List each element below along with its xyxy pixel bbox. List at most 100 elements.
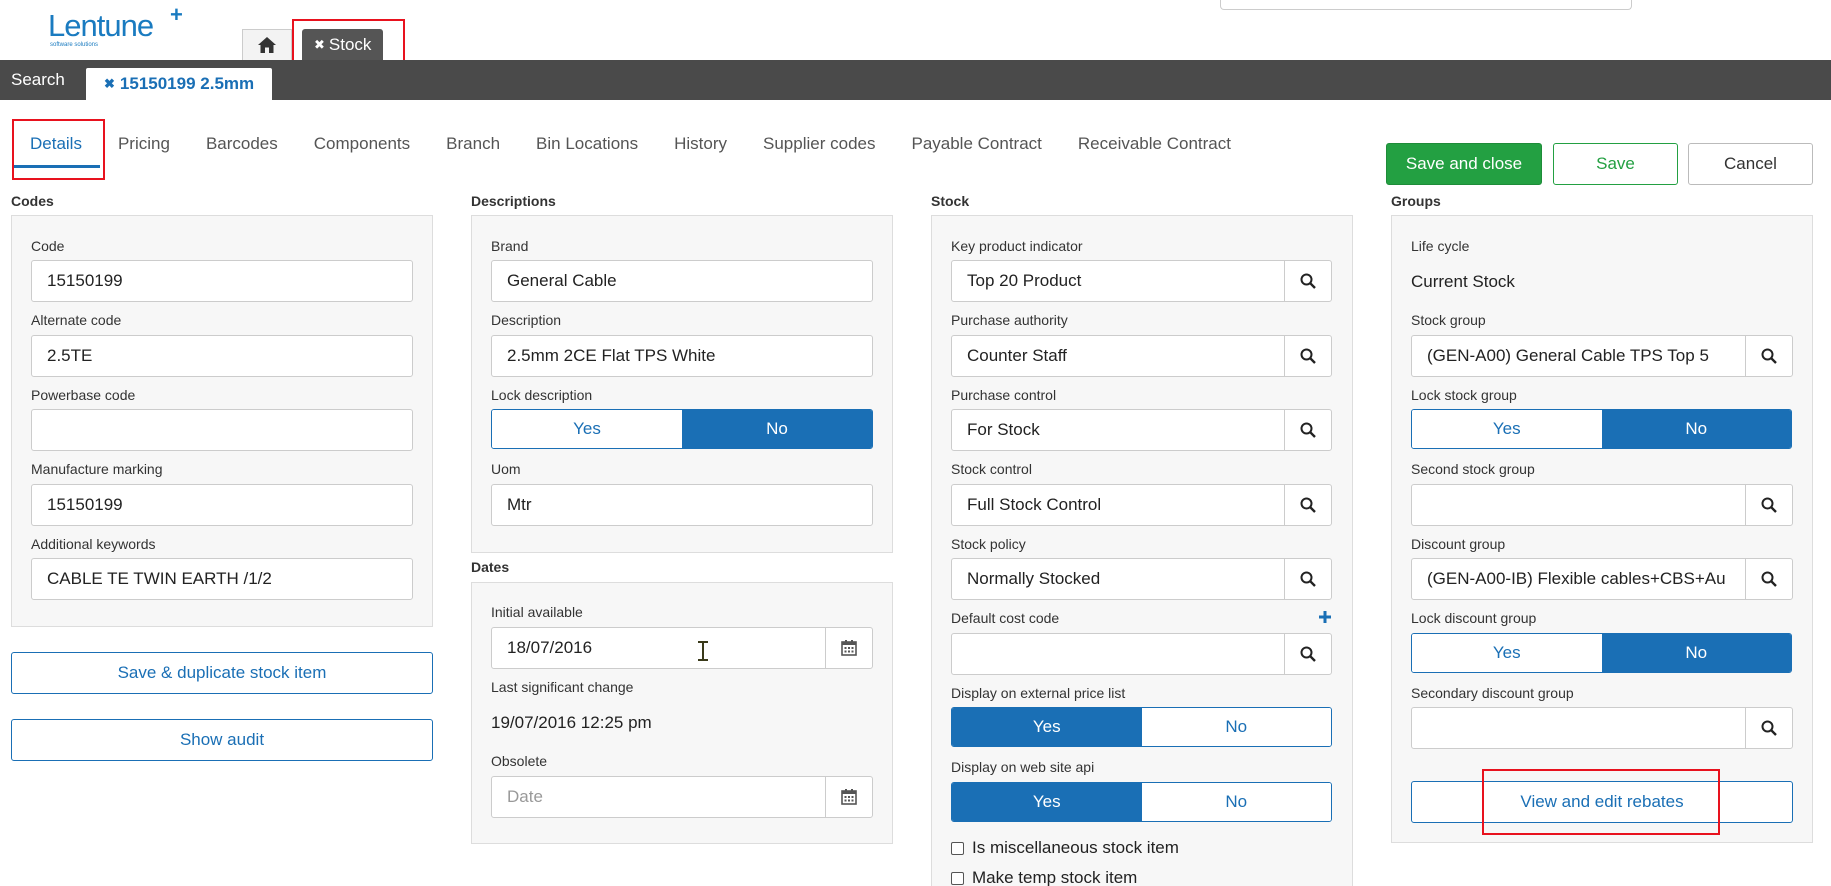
purchase-control-input[interactable]: For Stock (951, 409, 1286, 451)
lock-discount-group-no[interactable]: No (1601, 634, 1791, 672)
purchase-control-search-button[interactable] (1284, 409, 1332, 451)
stock-policy-input[interactable]: Normally Stocked (951, 558, 1286, 600)
purchase-authority-input[interactable]: Counter Staff (951, 335, 1286, 377)
key-product-indicator-input[interactable]: Top 20 Product (951, 260, 1286, 302)
brand-input[interactable]: General Cable (491, 260, 873, 302)
default-cost-code-search-button[interactable] (1284, 633, 1332, 675)
stock-control-search-button[interactable] (1284, 484, 1332, 526)
search-icon (1761, 348, 1777, 364)
search-icon (1761, 720, 1777, 736)
document-tab-bar: Search ✖ 15150199 2.5mm (0, 60, 1831, 100)
lock-description-yes[interactable]: Yes (492, 410, 682, 448)
initial-available-input[interactable]: 18/07/2016 (491, 627, 826, 669)
uom-input[interactable]: Mtr (491, 484, 873, 526)
display-web-no[interactable]: No (1141, 783, 1331, 821)
global-search-input[interactable] (1220, 0, 1632, 10)
checkbox-box[interactable] (951, 841, 964, 855)
tab-bin-locations[interactable]: Bin Locations (518, 118, 656, 168)
obsolete-date-input[interactable]: Date (491, 776, 826, 818)
display-web-yes[interactable]: Yes (952, 783, 1142, 821)
uom-label: Uom (491, 461, 521, 477)
search-icon (1300, 348, 1316, 364)
descriptions-section-title: Descriptions (471, 193, 556, 209)
checkbox-box[interactable] (951, 871, 964, 885)
default-cost-code-label: Default cost code (951, 610, 1060, 626)
close-icon[interactable]: ✖ (104, 76, 115, 92)
search-icon (1300, 646, 1316, 662)
plus-icon[interactable] (1318, 610, 1332, 624)
home-tab[interactable] (242, 29, 292, 60)
stock-policy-search-button[interactable] (1284, 558, 1332, 600)
purchase-authority-search-button[interactable] (1284, 335, 1332, 377)
display-external-no[interactable]: No (1141, 708, 1331, 746)
search-tab[interactable]: Search (11, 60, 65, 100)
secondary-discount-group-input[interactable] (1411, 707, 1746, 749)
lentune-logo[interactable]: Lentune + software solutions (48, 2, 183, 48)
search-icon (1300, 571, 1316, 587)
show-audit-button[interactable]: Show audit (11, 719, 433, 761)
tab-components[interactable]: Components (296, 118, 428, 168)
lock-stock-group-label: Lock stock group (1411, 387, 1517, 403)
default-cost-code-input[interactable] (951, 633, 1286, 675)
stock-group-input[interactable]: (GEN-A00) General Cable TPS Top 5 (1411, 335, 1746, 377)
stock-group-search-button[interactable] (1745, 335, 1793, 377)
stock-module-tab[interactable]: ✖ Stock (302, 29, 384, 60)
save-button[interactable]: Save (1553, 143, 1678, 185)
initial-available-label: Initial available (491, 604, 583, 620)
display-external-yes[interactable]: Yes (952, 708, 1142, 746)
code-input[interactable]: 15150199 (31, 260, 413, 302)
second-stock-group-input[interactable] (1411, 484, 1746, 526)
life-cycle-value: Current Stock (1411, 272, 1515, 291)
is-miscellaneous-label: Is miscellaneous stock item (972, 838, 1179, 857)
tab-supplier-codes[interactable]: Supplier codes (745, 118, 893, 168)
description-input[interactable]: 2.5mm 2CE Flat TPS White (491, 335, 873, 377)
tab-details[interactable]: Details (12, 118, 100, 168)
display-web-site-api-toggle: Yes No (951, 782, 1332, 822)
stock-control-input[interactable]: Full Stock Control (951, 484, 1286, 526)
lock-stock-group-no[interactable]: No (1601, 410, 1791, 448)
additional-keywords-label: Additional keywords (31, 536, 156, 552)
close-icon[interactable]: ✖ (314, 37, 325, 53)
tab-pricing[interactable]: Pricing (100, 118, 188, 168)
brand-label: Brand (491, 238, 529, 254)
section-tabs: Details Pricing Barcodes Components Bran… (12, 118, 1249, 168)
key-product-indicator-search-button[interactable] (1284, 260, 1332, 302)
logo-tagline: software solutions (50, 42, 99, 48)
view-edit-rebates-button[interactable]: View and edit rebates (1411, 781, 1793, 823)
discount-group-input[interactable]: (GEN-A00-IB) Flexible cables+CBS+Au (1411, 558, 1746, 600)
manufacture-marking-input[interactable]: 15150199 (31, 484, 413, 526)
save-duplicate-button[interactable]: Save & duplicate stock item (11, 652, 433, 694)
doc-tab-label: 15150199 2.5mm (119, 74, 255, 93)
tab-barcodes[interactable]: Barcodes (188, 118, 296, 168)
lock-description-toggle: Yes No (491, 409, 873, 449)
additional-keywords-input[interactable]: CABLE TE TWIN EARTH /1/2 (31, 558, 413, 600)
calendar-icon (841, 789, 857, 805)
cancel-button[interactable]: Cancel (1688, 143, 1813, 185)
tab-payable-contract[interactable]: Payable Contract (893, 118, 1059, 168)
manufacture-marking-label: Manufacture marking (31, 461, 163, 477)
tab-history[interactable]: History (656, 118, 745, 168)
obsolete-calendar-button[interactable] (825, 776, 873, 818)
lock-discount-group-yes[interactable]: Yes (1412, 634, 1602, 672)
lock-stock-group-yes[interactable]: Yes (1412, 410, 1602, 448)
save-and-close-button[interactable]: Save and close (1386, 143, 1542, 185)
secondary-discount-group-search-button[interactable] (1745, 707, 1793, 749)
second-stock-group-label: Second stock group (1411, 461, 1535, 477)
initial-available-calendar-button[interactable] (825, 627, 873, 669)
discount-group-search-button[interactable] (1745, 558, 1793, 600)
calendar-icon (841, 640, 857, 656)
display-external-price-list-label: Display on external price list (951, 685, 1126, 701)
lock-description-no[interactable]: No (682, 410, 872, 448)
make-temp-stock-checkbox[interactable]: Make temp stock item (951, 868, 1137, 886)
is-miscellaneous-checkbox[interactable]: Is miscellaneous stock item (951, 838, 1179, 858)
stock-policy-label: Stock policy (951, 536, 1026, 552)
search-icon (1761, 497, 1777, 513)
tab-receivable-contract[interactable]: Receivable Contract (1060, 118, 1249, 168)
last-significant-change-label: Last significant change (491, 679, 634, 695)
tab-branch[interactable]: Branch (428, 118, 518, 168)
second-stock-group-search-button[interactable] (1745, 484, 1793, 526)
powerbase-code-input[interactable] (31, 409, 413, 451)
stock-item-doc-tab[interactable]: ✖ 15150199 2.5mm (86, 68, 273, 100)
make-temp-stock-label: Make temp stock item (972, 868, 1138, 886)
alternate-code-input[interactable]: 2.5TE (31, 335, 413, 377)
